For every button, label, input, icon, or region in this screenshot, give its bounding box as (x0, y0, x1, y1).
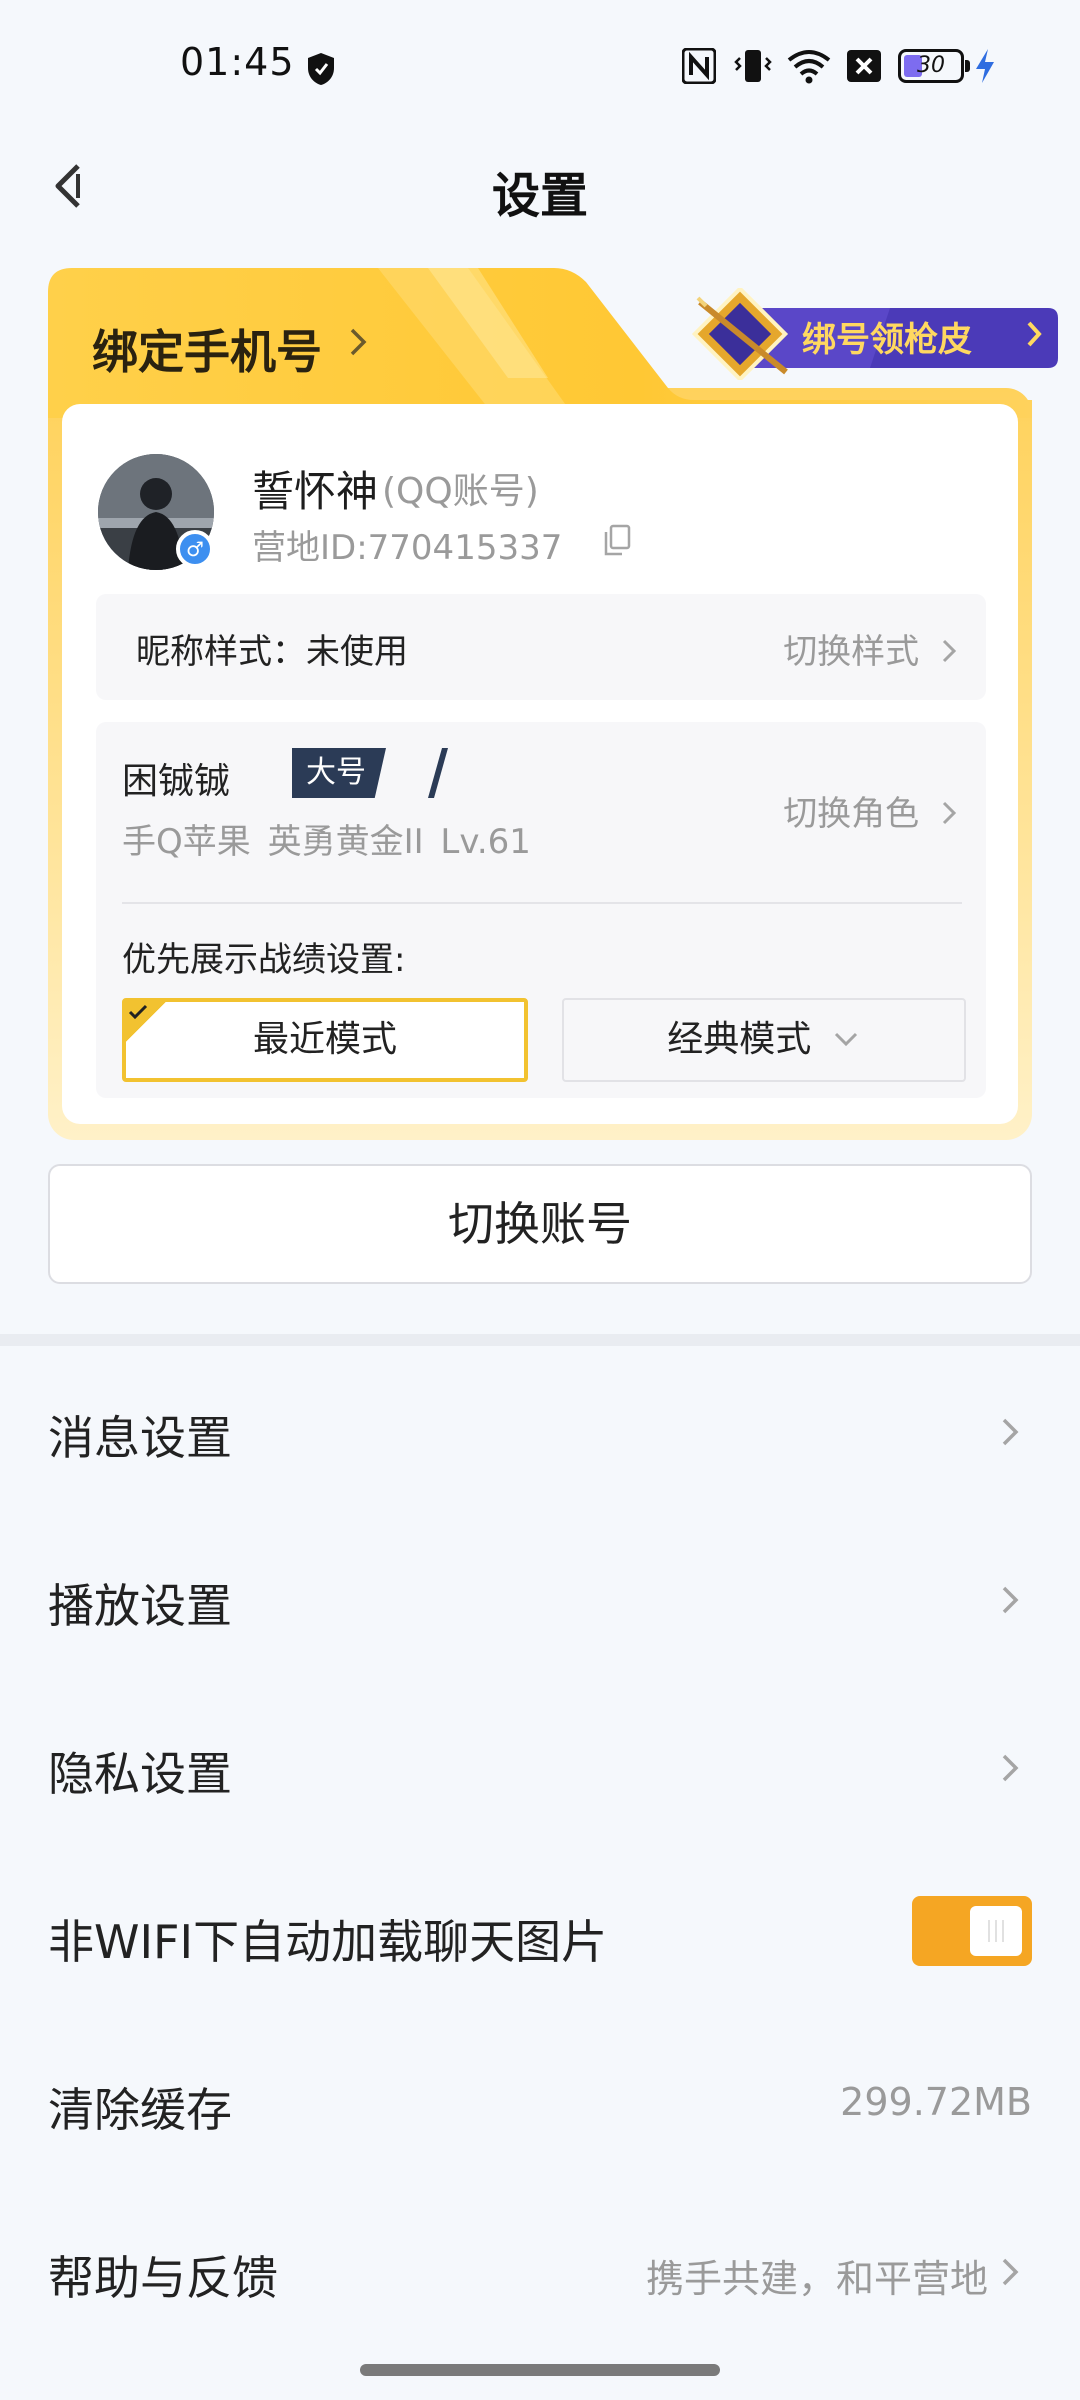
chevron-right-icon (1002, 1418, 1019, 1446)
bind-reward-button[interactable]: 绑号领枪皮 (690, 288, 1062, 380)
privacy-settings-label: 隐私设置 (48, 1747, 232, 1801)
bind-phone-link[interactable]: 绑定手机号 (92, 316, 322, 382)
switch-role-label: 切换角色 (783, 794, 920, 834)
bind-reward-label: 绑号领枪皮 (802, 320, 972, 360)
chevron-right-icon (350, 328, 367, 356)
chevron-down-icon (834, 1032, 857, 1047)
role-tag: 大号 (292, 748, 386, 798)
role-name: 困铖铖 (122, 761, 231, 802)
wifi-icon (786, 46, 832, 86)
role-panel: 困铖铖 大号 手Q苹果 英勇黄金II Lv.61 切换角色 优先展示战绩设置: … (96, 722, 986, 1098)
message-settings-label: 消息设置 (48, 1411, 232, 1465)
account-type: (QQ账号) (382, 471, 539, 512)
help-feedback-label: 帮助与反馈 (48, 2251, 278, 2305)
section-divider (0, 1334, 1080, 1346)
switch-style-label: 切换样式 (783, 632, 920, 672)
nickname-style-row[interactable]: 昵称样式：未使用 切换样式 (96, 594, 986, 700)
help-feedback-row[interactable]: 帮助与反馈 携手共建，和平营地 (48, 2218, 1032, 2328)
divider (122, 902, 962, 904)
camp-id: 营地ID:770415337 (252, 528, 563, 568)
account-card-body: ♂ 誓怀神 (QQ账号) 营地ID:770415337 昵称样式：未使用 切换样… (62, 404, 1018, 1124)
charging-icon (974, 46, 996, 86)
help-feedback-value: 携手共建，和平营地 (645, 2257, 988, 2301)
auto-load-images-row: 非WIFI下自动加载聊天图片 (48, 1882, 1032, 1992)
privacy-settings-row[interactable]: 隐私设置 (48, 1714, 1032, 1824)
user-name: 誓怀神 (252, 467, 379, 516)
male-gender-icon: ♂ (176, 530, 214, 568)
toggle-knob (970, 1906, 1022, 1956)
chevron-right-icon (1027, 321, 1042, 347)
home-indicator[interactable] (360, 2364, 720, 2376)
shield-icon (308, 53, 334, 85)
nfc-icon (682, 46, 716, 86)
mode-classic-dropdown[interactable]: 经典模式 (562, 998, 966, 1082)
clear-cache-label: 清除缓存 (48, 2083, 232, 2137)
switch-style-button[interactable]: 切换样式 (783, 624, 960, 673)
auto-load-images-label: 非WIFI下自动加载聊天图片 (48, 1915, 608, 1969)
chevron-right-icon (942, 801, 957, 825)
mode-classic-label: 经典模式 (667, 1019, 812, 1060)
switch-account-button[interactable]: 切换账号 (48, 1164, 1032, 1284)
mode-recent-label: 最近模式 (252, 1019, 397, 1060)
chevron-right-icon (1002, 2258, 1019, 2286)
message-settings-row[interactable]: 消息设置 (48, 1378, 1032, 1488)
auto-load-toggle[interactable] (912, 1896, 1032, 1966)
status-bar: 01:45 30 (0, 0, 1080, 120)
clear-cache-row[interactable]: 清除缓存 299.72MB (48, 2050, 1032, 2160)
nickname-style-label: 昵称样式：未使用 (136, 632, 408, 672)
selected-check-icon (126, 1002, 166, 1042)
chevron-right-icon (1002, 1754, 1019, 1782)
record-setting-label: 优先展示战绩设置: (122, 940, 406, 980)
copy-icon[interactable] (602, 524, 632, 558)
switch-role-button[interactable]: 切换角色 (783, 786, 960, 835)
page-title: 设置 (491, 168, 588, 224)
mode-recent-button[interactable]: 最近模式 (122, 998, 528, 1082)
role-info: 手Q苹果 英勇黄金II Lv.61 (122, 822, 531, 862)
account-card: 绑定手机号 绑号领枪皮 ♂ 誓怀神 (QQ账号) 营地ID:770415337 … (48, 268, 1058, 1140)
role-tag-slash (428, 748, 448, 798)
status-time: 01:45 (180, 40, 295, 84)
vibrate-icon (734, 46, 772, 86)
cache-size: 299.72MB (840, 2080, 1032, 2124)
chevron-right-icon (1002, 1586, 1019, 1614)
battery-level: 30 (917, 53, 945, 78)
sim-off-icon (846, 46, 882, 86)
playback-settings-row[interactable]: 播放设置 (48, 1546, 1032, 1656)
chevron-right-icon (942, 639, 957, 663)
playback-settings-label: 播放设置 (48, 1579, 232, 1633)
battery-icon: 30 (898, 46, 970, 86)
